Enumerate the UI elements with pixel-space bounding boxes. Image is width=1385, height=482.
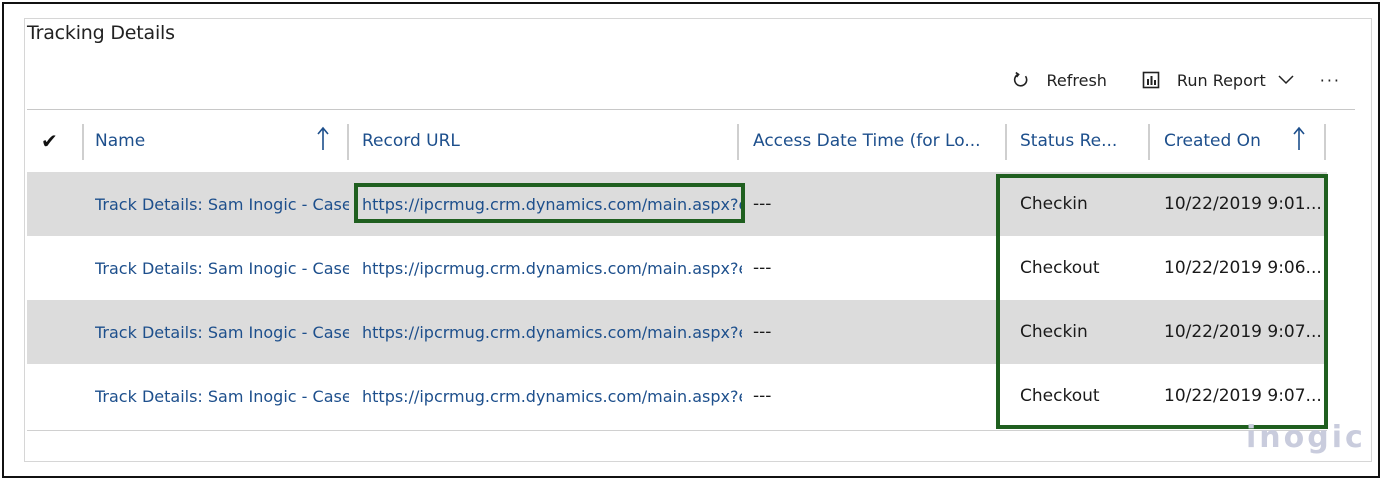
column-header-access-label: Access Date Time (for Lo... bbox=[753, 131, 981, 151]
column-header-status[interactable]: Status Re... bbox=[1020, 110, 1140, 172]
refresh-icon bbox=[1011, 70, 1031, 90]
column-header-created-on[interactable]: Created On bbox=[1164, 110, 1294, 172]
row-record-url-link[interactable]: https://ipcrmug.crm.dynamics.com/main.as… bbox=[362, 236, 742, 300]
inogic-watermark-logo: inogic bbox=[1246, 420, 1366, 455]
row-access-date-time: --- bbox=[753, 386, 772, 406]
section-title: Tracking Details bbox=[27, 22, 175, 44]
select-all-checkmark-icon[interactable]: ✔ bbox=[41, 110, 71, 172]
column-header-access-date-time[interactable]: Access Date Time (for Lo... bbox=[753, 110, 1003, 172]
column-separator bbox=[737, 124, 739, 160]
row-name-link[interactable]: Track Details: Sam Inogic - Case - bbox=[95, 236, 349, 300]
column-separator bbox=[82, 124, 84, 160]
column-separator bbox=[1324, 124, 1326, 160]
run-report-button[interactable]: Run Report bbox=[1141, 70, 1294, 90]
row-access-date-time: --- bbox=[753, 322, 772, 342]
column-separator bbox=[1148, 124, 1150, 160]
command-bar: Refresh Run Report ··· bbox=[1011, 70, 1342, 90]
report-icon bbox=[1141, 70, 1161, 90]
column-header-status-label: Status Re... bbox=[1020, 131, 1118, 151]
column-header-name-label: Name bbox=[95, 131, 146, 151]
row-access-date-time: --- bbox=[753, 194, 772, 214]
chevron-down-icon bbox=[1278, 75, 1294, 85]
column-header-record-url[interactable]: Record URL bbox=[362, 110, 732, 172]
row-name-link[interactable]: Track Details: Sam Inogic - Case - bbox=[95, 172, 349, 236]
column-header-created-on-label: Created On bbox=[1164, 131, 1261, 151]
column-separator bbox=[1005, 124, 1007, 160]
row-record-url-link[interactable]: https://ipcrmug.crm.dynamics.com/main.as… bbox=[362, 300, 742, 364]
column-header-record-url-label: Record URL bbox=[362, 131, 460, 151]
status-created-highlight-box bbox=[996, 174, 1328, 429]
refresh-button[interactable]: Refresh bbox=[1011, 70, 1107, 90]
run-report-label: Run Report bbox=[1176, 70, 1266, 90]
row-record-url-link[interactable]: https://ipcrmug.crm.dynamics.com/main.as… bbox=[362, 364, 742, 428]
row-name-link[interactable]: Track Details: Sam Inogic - Case - bbox=[95, 364, 349, 428]
sort-ascending-icon[interactable] bbox=[1292, 126, 1306, 152]
grid-header-row: ✔ Name Record URL Access Date Time (for … bbox=[27, 110, 1327, 172]
more-commands-button[interactable]: ··· bbox=[1320, 71, 1341, 90]
record-url-highlight-box bbox=[354, 183, 745, 223]
row-access-date-time: --- bbox=[753, 258, 772, 278]
refresh-label: Refresh bbox=[1046, 70, 1107, 90]
row-name-link[interactable]: Track Details: Sam Inogic - Case - bbox=[95, 300, 349, 364]
column-header-name[interactable]: Name bbox=[95, 110, 345, 172]
column-separator bbox=[347, 124, 349, 160]
sort-ascending-icon[interactable] bbox=[316, 126, 330, 152]
grid-bottom-divider bbox=[27, 430, 1327, 431]
